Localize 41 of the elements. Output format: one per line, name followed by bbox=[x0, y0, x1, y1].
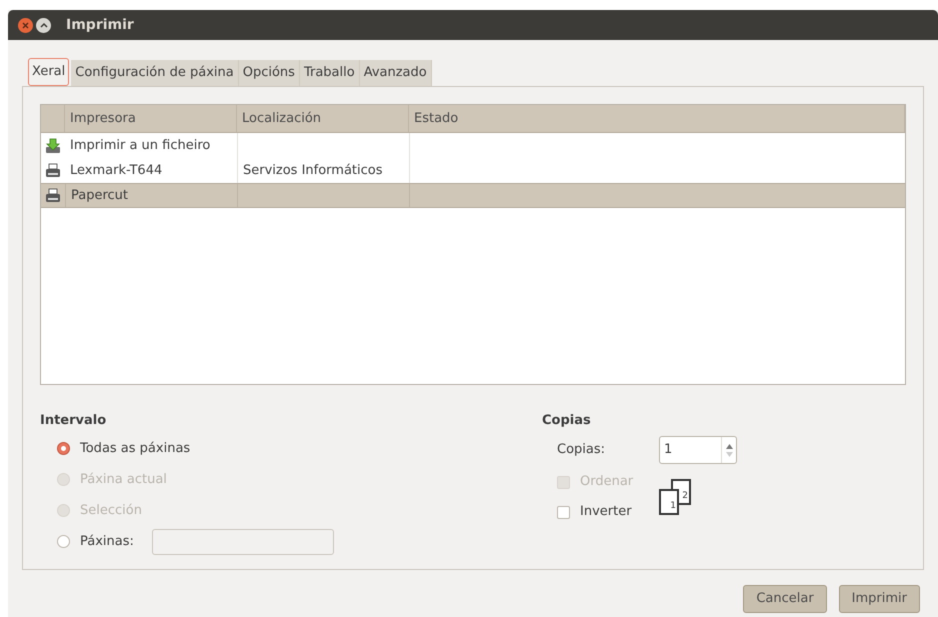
download-icon bbox=[45, 138, 61, 154]
copies-value: 1 bbox=[663, 441, 674, 460]
column-header[interactable]: Estado bbox=[409, 105, 905, 132]
radio-label: Selección bbox=[80, 502, 142, 520]
dialog-button[interactable]: Cancelar bbox=[743, 585, 827, 613]
tab[interactable]: Xeral bbox=[28, 58, 70, 86]
up-arrow-icon[interactable] bbox=[726, 444, 732, 448]
window-title: Imprimir bbox=[66, 16, 134, 34]
section-heading: Intervalo bbox=[40, 412, 108, 430]
section-heading: Copias bbox=[542, 412, 592, 430]
checkbox[interactable] bbox=[557, 506, 570, 518]
pages-input-field[interactable] bbox=[152, 528, 334, 554]
close-button[interactable] bbox=[18, 18, 33, 32]
close-icon bbox=[22, 22, 29, 28]
maximize-button[interactable] bbox=[36, 18, 51, 32]
table-cell-text: Lexmark-T644 bbox=[70, 162, 162, 180]
dialog-button[interactable]: Imprimir bbox=[838, 585, 920, 613]
table-cell-text: Servizos Informáticos bbox=[243, 162, 383, 180]
copies-spin-field[interactable]: 1 bbox=[659, 436, 737, 464]
copies-label: Copias: bbox=[557, 441, 606, 460]
page-number: 2 bbox=[682, 490, 688, 502]
printer-icon bbox=[45, 188, 61, 204]
table-cell-text: Imprimir a un ficheiro bbox=[70, 136, 210, 155]
printer-row[interactable]: Papercut bbox=[41, 183, 905, 208]
radio-button[interactable] bbox=[57, 535, 70, 548]
page-number: 1 bbox=[670, 500, 676, 512]
column-header[interactable]: Localización bbox=[237, 105, 409, 132]
tab[interactable]: Configuración de páxina bbox=[71, 60, 239, 86]
printer-icon bbox=[45, 162, 61, 178]
tab[interactable]: Opcións bbox=[238, 60, 300, 86]
checkbox-label: Inverter bbox=[580, 503, 632, 522]
tab[interactable]: Traballo bbox=[300, 60, 360, 86]
column-header[interactable]: Impresora bbox=[65, 105, 237, 132]
radio-label: Páxina actual bbox=[80, 470, 167, 489]
radio-label: Todas as páxinas bbox=[80, 440, 190, 458]
tab[interactable]: Avanzado bbox=[360, 60, 432, 86]
table-cell-text: Papercut bbox=[71, 186, 128, 205]
radio-label: Páxinas: bbox=[80, 532, 134, 551]
radio-button[interactable] bbox=[57, 442, 70, 455]
checkbox-label: Ordenar bbox=[580, 473, 634, 492]
caret-up-icon bbox=[40, 22, 48, 28]
